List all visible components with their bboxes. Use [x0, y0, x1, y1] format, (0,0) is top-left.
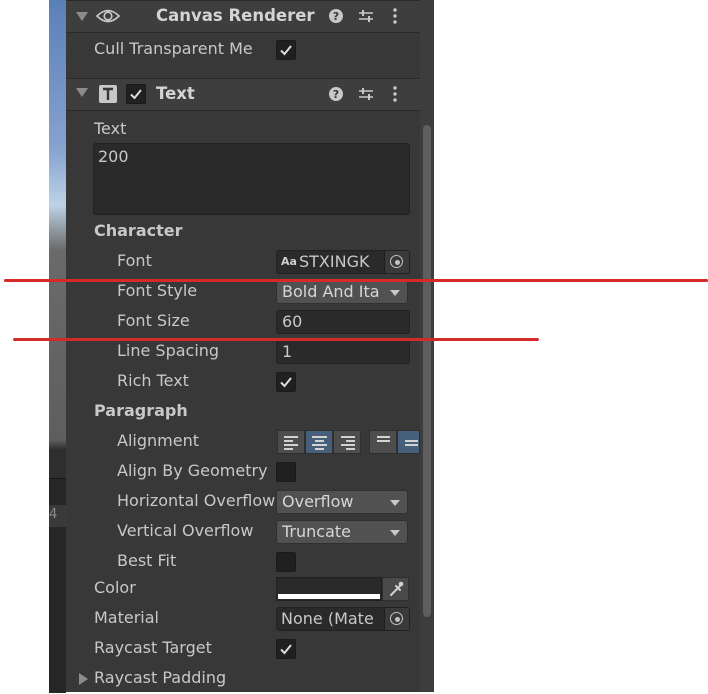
align-right-button[interactable]: [333, 430, 361, 454]
scene-bottom-panel: 4: [49, 478, 66, 693]
annotation-line-upper: [4, 279, 708, 282]
help-icon[interactable]: ?: [328, 8, 344, 28]
presets-icon[interactable]: [358, 86, 374, 106]
best-fit-label: Best Fit: [117, 551, 177, 570]
material-label: Material: [94, 608, 159, 627]
text-label-row: Text: [66, 115, 420, 145]
chevron-down-icon: [390, 500, 400, 506]
align-by-geometry-row: Align By Geometry: [66, 457, 420, 487]
font-style-label: Font Style: [117, 281, 198, 300]
svg-text:?: ?: [333, 88, 339, 101]
alignment-row: Alignment: [66, 427, 420, 457]
text-component-icon: [99, 85, 117, 107]
align-by-geometry-checkbox[interactable]: [276, 462, 296, 482]
canvas-renderer-title: Canvas Renderer: [156, 6, 315, 25]
character-header: Character: [94, 221, 183, 240]
font-style-value: Bold And Ita: [282, 282, 380, 301]
eyedropper-icon[interactable]: [382, 577, 409, 601]
line-spacing-field[interactable]: 1: [276, 340, 410, 364]
horizontal-overflow-value: Overflow: [282, 492, 354, 511]
scene-side-text: 4: [49, 507, 58, 522]
color-swatch[interactable]: [276, 577, 382, 601]
raycast-target-checkbox[interactable]: [276, 639, 296, 659]
character-section: Character: [66, 217, 420, 247]
vertical-overflow-label: Vertical Overflow: [117, 521, 254, 540]
chevron-down-icon: [390, 530, 400, 536]
object-picker-icon[interactable]: [384, 251, 409, 273]
canvas-renderer-header[interactable]: Canvas Renderer ?: [66, 0, 420, 33]
cull-transparent-checkbox[interactable]: [276, 40, 296, 60]
vertical-overflow-dropdown[interactable]: Truncate: [276, 520, 408, 544]
annotation-line-lower: [13, 338, 539, 341]
chevron-down-icon: [390, 290, 400, 296]
presets-icon[interactable]: [358, 8, 374, 28]
material-field[interactable]: None (Mate: [276, 607, 410, 631]
eye-icon: [95, 6, 121, 30]
font-asset-icon: Aa: [281, 255, 297, 268]
align-by-geometry-label: Align By Geometry: [117, 461, 268, 480]
inspector-scrollbar[interactable]: [420, 0, 434, 692]
scrollbar-thumb[interactable]: [423, 125, 431, 617]
text-field-label: Text: [94, 119, 127, 138]
kebab-menu-icon[interactable]: [392, 8, 398, 28]
align-center-button[interactable]: [305, 430, 333, 454]
vertical-overflow-value: Truncate: [282, 522, 351, 541]
font-field[interactable]: Aa STXINGK: [276, 250, 410, 274]
text-content-area[interactable]: 200: [93, 143, 410, 215]
paragraph-header: Paragraph: [94, 401, 188, 420]
foldout-arrow-icon[interactable]: [79, 673, 88, 685]
color-label: Color: [94, 578, 136, 597]
help-icon[interactable]: ?: [328, 86, 344, 106]
kebab-menu-icon[interactable]: [392, 86, 398, 106]
svg-text:?: ?: [333, 10, 339, 23]
horizontal-overflow-dropdown[interactable]: Overflow: [276, 490, 408, 514]
line-spacing-label: Line Spacing: [117, 341, 220, 360]
align-top-button[interactable]: [369, 430, 397, 454]
rich-text-label: Rich Text: [117, 371, 189, 390]
fold-arrow-icon[interactable]: [76, 12, 88, 21]
cull-transparent-row: Cull Transparent Me: [66, 35, 420, 65]
raycast-padding-row[interactable]: Raycast Padding: [66, 664, 420, 694]
object-picker-icon[interactable]: [384, 608, 409, 630]
font-style-dropdown[interactable]: Bold And Ita: [276, 280, 408, 304]
raycast-target-row: Raycast Target: [66, 634, 420, 664]
text-component-title: Text: [156, 84, 195, 103]
raycast-target-label: Raycast Target: [94, 638, 212, 657]
paragraph-section: Paragraph: [66, 397, 420, 427]
cull-transparent-label: Cull Transparent Me: [94, 39, 253, 58]
rich-text-checkbox[interactable]: [276, 372, 296, 392]
best-fit-row: Best Fit: [66, 547, 420, 577]
align-left-button[interactable]: [277, 430, 305, 454]
align-middle-button[interactable]: [397, 430, 420, 454]
font-size-label: Font Size: [117, 311, 190, 330]
fold-arrow-icon[interactable]: [76, 88, 88, 97]
font-value: STXINGK: [299, 252, 370, 271]
rich-text-row: Rich Text: [66, 367, 420, 397]
text-component-header[interactable]: Text ?: [66, 78, 420, 111]
raycast-padding-label: Raycast Padding: [94, 668, 227, 687]
material-value: None (Mate: [281, 609, 374, 628]
font-size-field[interactable]: 60: [276, 310, 410, 334]
text-enabled-checkbox[interactable]: [126, 84, 146, 104]
best-fit-checkbox[interactable]: [276, 552, 296, 572]
horizontal-overflow-label: Horizontal Overflow: [117, 491, 275, 510]
alignment-label: Alignment: [117, 431, 199, 450]
font-label: Font: [117, 251, 152, 270]
